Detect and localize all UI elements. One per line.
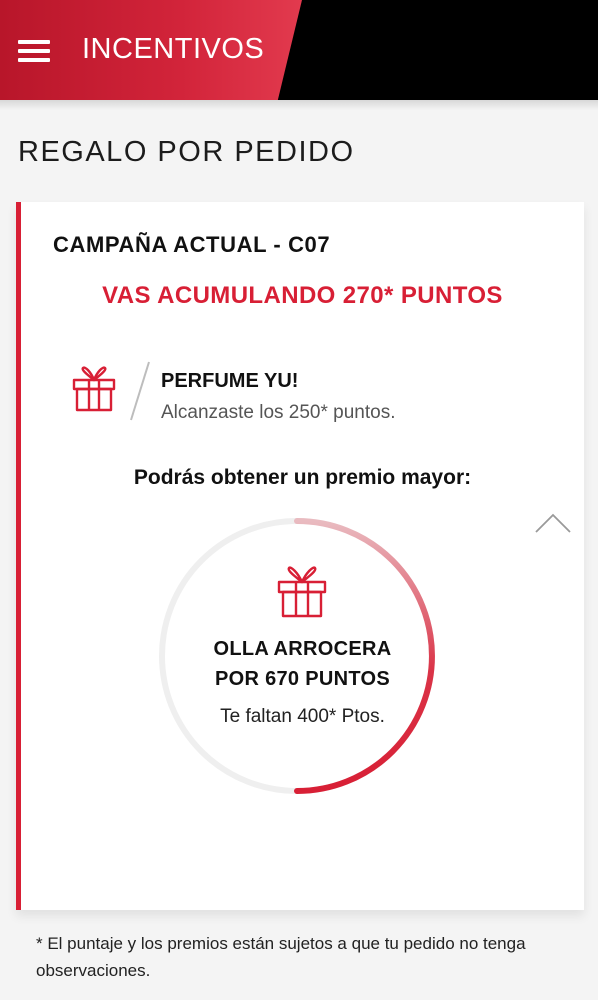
header-title: INCENTIVOS (82, 33, 265, 65)
footnote: * El puntaje y los premios están sujetos… (36, 934, 526, 980)
achieved-prize-name: PERFUME YU! (161, 370, 299, 392)
next-prize-heading: Podrás obtener un premio mayor: (133, 466, 472, 489)
next-prize-name: OLLA ARROCERA (213, 638, 392, 660)
page-title: REGALO POR PEDIDO (18, 136, 355, 168)
header-shadow (0, 100, 598, 110)
divider-slash (130, 361, 150, 421)
achieved-prize-description: Alcanzaste los 250* puntos. (161, 402, 396, 423)
app-header: INCENTIVOS (0, 0, 598, 100)
next-prize-points: POR 670 PUNTOS (214, 668, 390, 690)
chevron-up-icon[interactable] (534, 512, 572, 534)
gift-icon (72, 366, 116, 412)
campaign-label: CAMPAÑA ACTUAL - C07 (53, 232, 331, 257)
points-remaining: Te faltan 400* Ptos. (220, 706, 385, 727)
hamburger-menu-icon[interactable] (18, 40, 50, 64)
incentive-card: CAMPAÑA ACTUAL - C07 VAS ACUMULANDO 270*… (16, 202, 584, 910)
accumulated-points: VAS ACUMULANDO 270* PUNTOS (102, 282, 503, 309)
gift-icon (277, 566, 327, 618)
